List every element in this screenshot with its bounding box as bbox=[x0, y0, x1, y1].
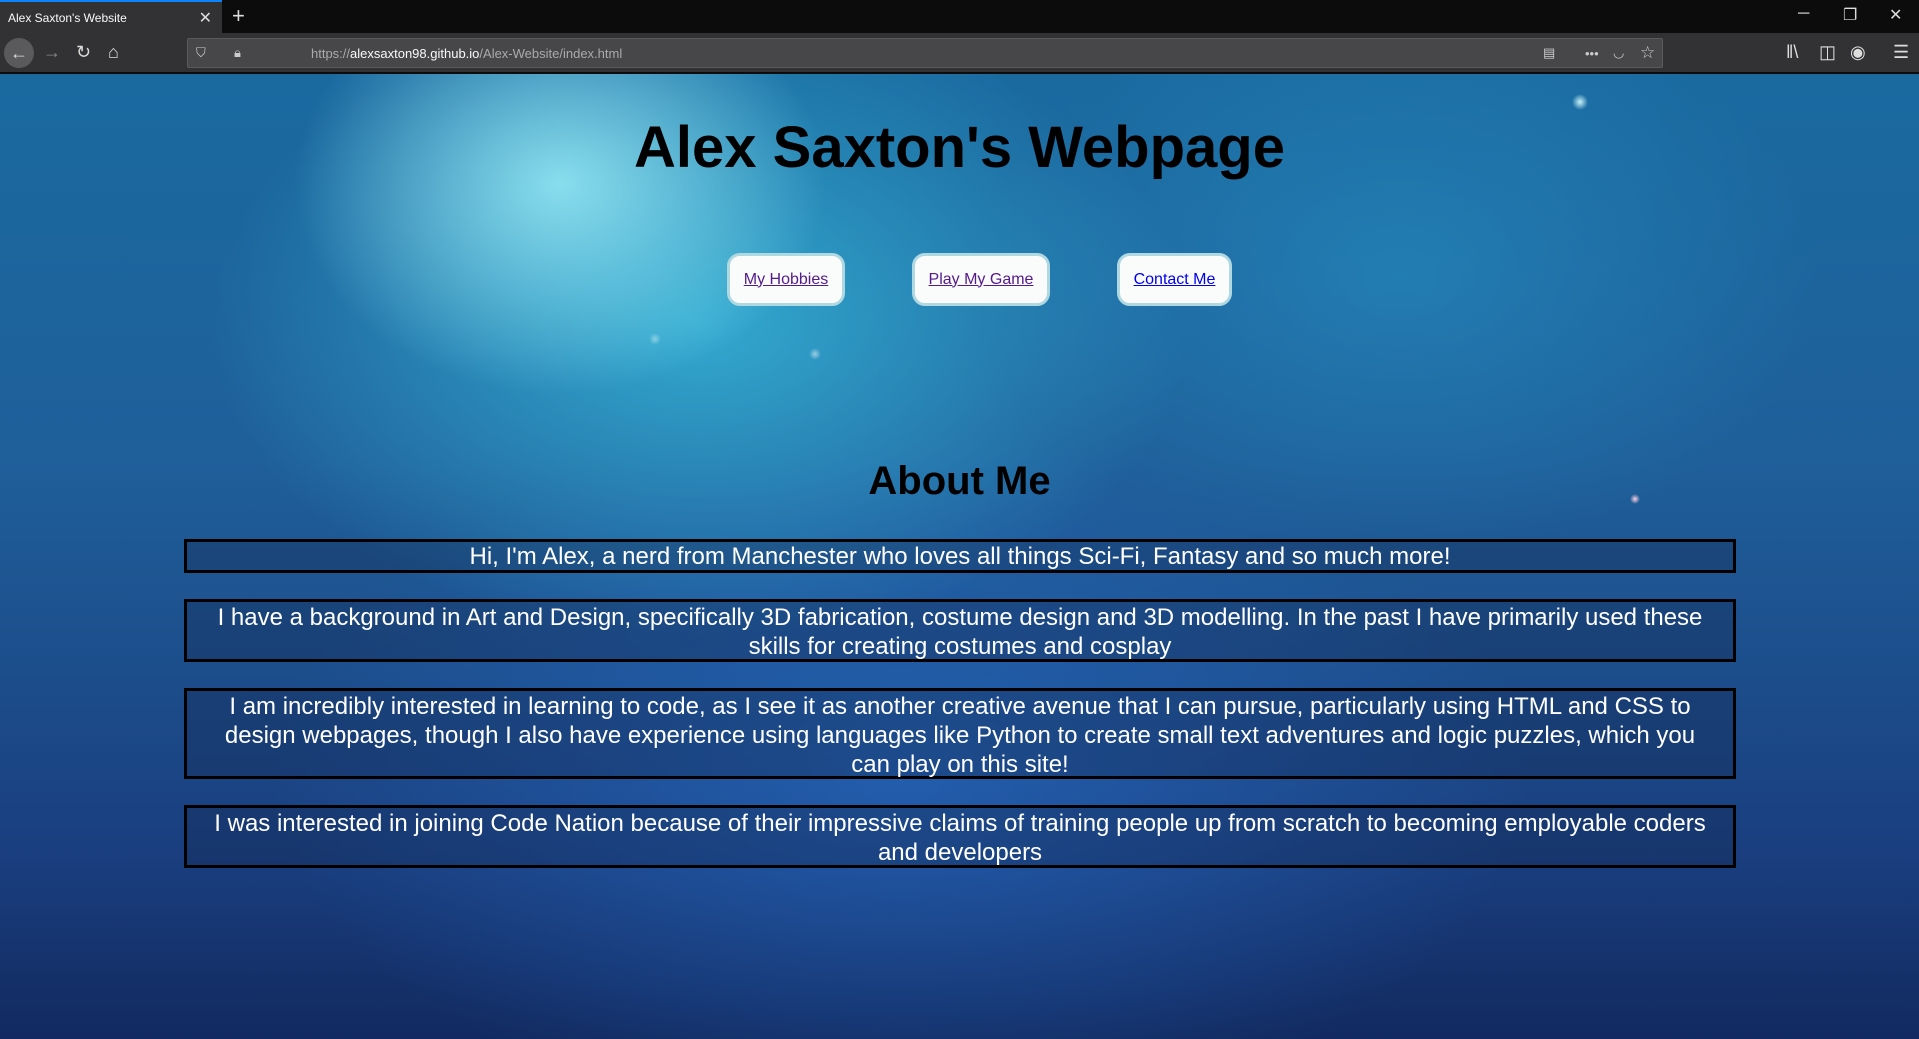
tracking-shield-icon[interactable]: ⛉ bbox=[196, 45, 206, 61]
nav-toolbar: ← → ↻ ⌂ ⛉ 🔒︎ https://alexsaxton98.github… bbox=[0, 33, 1919, 73]
url-scheme: https:// bbox=[311, 45, 351, 61]
home-icon[interactable]: ⌂ bbox=[108, 41, 119, 63]
account-icon[interactable]: ◉ bbox=[1850, 41, 1866, 63]
url-host: alexsaxton98.github.io bbox=[350, 45, 480, 61]
about-paragraph: Hi, I'm Alex, a nerd from Manchester who… bbox=[184, 539, 1736, 573]
reload-icon[interactable]: ↻ bbox=[76, 41, 91, 63]
about-paragraph: I was interested in joining Code Nation … bbox=[184, 805, 1736, 868]
about-paragraph: I have a background in Art and Design, s… bbox=[184, 599, 1736, 662]
game-link[interactable]: Play My Game bbox=[929, 271, 1034, 289]
about-paragraph: I am incredibly interested in learning t… bbox=[184, 688, 1736, 779]
library-icon[interactable]: ‖\ bbox=[1786, 41, 1798, 63]
forward-icon[interactable]: → bbox=[43, 41, 61, 63]
url-bar[interactable]: ⛉ 🔒︎ https://alexsaxton98.github.io/Alex… bbox=[187, 38, 1663, 68]
minimize-icon[interactable]: ─ bbox=[1798, 5, 1809, 23]
url-path: /Alex-Website/index.html bbox=[479, 45, 623, 61]
sidebar-icon[interactable]: ◫ bbox=[1819, 41, 1836, 63]
tab-title: Alex Saxton's Website bbox=[8, 10, 127, 25]
hobbies-link[interactable]: My Hobbies bbox=[744, 271, 828, 289]
about-heading: About Me bbox=[868, 459, 1051, 503]
lock-icon[interactable]: 🔒︎ bbox=[234, 45, 241, 61]
reader-view-icon[interactable]: ▤ bbox=[1543, 45, 1555, 61]
new-tab-icon[interactable]: + bbox=[232, 3, 245, 29]
page-title: Alex Saxton's Webpage bbox=[634, 115, 1285, 180]
close-tab-icon[interactable]: ✕ bbox=[199, 8, 212, 28]
nav-button-game[interactable]: Play My Game bbox=[912, 253, 1050, 306]
bookmark-star-icon[interactable]: ☆ bbox=[1640, 43, 1655, 63]
pocket-icon[interactable]: ◡ bbox=[1613, 45, 1624, 61]
back-icon[interactable]: ← bbox=[4, 38, 34, 68]
restore-icon[interactable]: ❐ bbox=[1843, 5, 1857, 25]
page-actions-icon[interactable]: ••• bbox=[1585, 46, 1599, 61]
window-close-icon[interactable]: ✕ bbox=[1889, 5, 1902, 25]
tab-active[interactable]: Alex Saxton's Website ✕ bbox=[0, 0, 222, 33]
page-content: Alex Saxton's Webpage My Hobbies Play My… bbox=[0, 74, 1919, 1039]
nav-button-hobbies[interactable]: My Hobbies bbox=[727, 253, 845, 306]
menu-icon[interactable]: ☰ bbox=[1893, 41, 1909, 63]
nav-button-contact[interactable]: Contact Me bbox=[1117, 253, 1232, 306]
contact-link[interactable]: Contact Me bbox=[1134, 271, 1216, 289]
tab-bar: Alex Saxton's Website ✕ + ─ ❐ ✕ bbox=[0, 0, 1919, 33]
